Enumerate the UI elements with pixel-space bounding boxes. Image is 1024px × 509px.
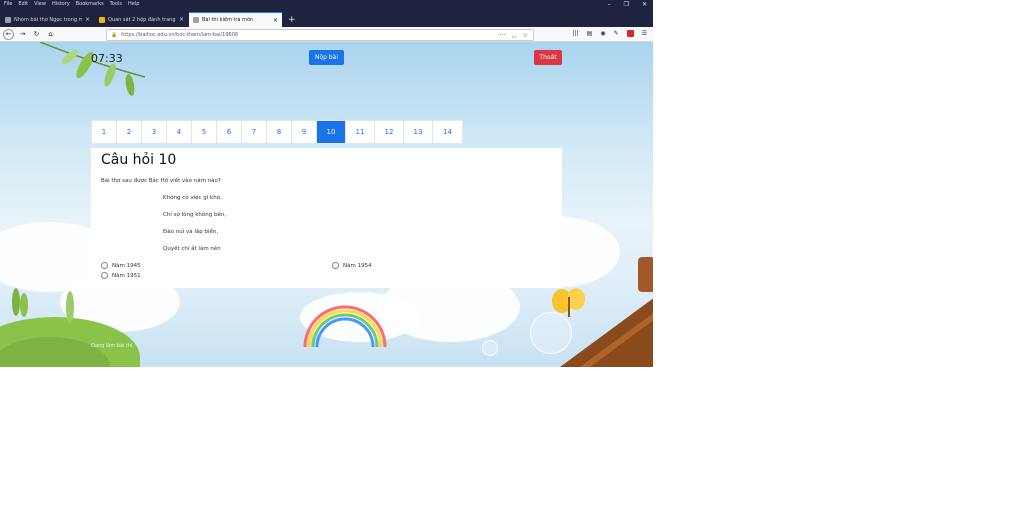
page-actions-icon[interactable]: ··· <box>500 32 506 39</box>
tab-strip: Nhóm bài thơ Ngọc trong mỗi × Quan sát 2… <box>0 9 653 27</box>
answer-label: Năm 1945 <box>112 262 141 269</box>
radio-button[interactable] <box>101 272 108 279</box>
trees-decoration <box>12 288 74 323</box>
tab-close-icon[interactable]: × <box>179 16 184 23</box>
menu-history[interactable]: History <box>49 0 73 9</box>
navigation-bar: ← → ↻ ⌂ 🔒 https://baihoc.edu.vn/hoc-them… <box>0 27 653 42</box>
page-button-2[interactable]: 2 <box>117 121 142 143</box>
tab-close-icon[interactable]: × <box>85 16 90 23</box>
home-icon[interactable]: ⌂ <box>45 29 56 40</box>
close-window-icon[interactable]: ✕ <box>642 0 647 9</box>
page-button-13[interactable]: 13 <box>404 121 433 143</box>
poem-line: Quyết chí ắt làm nên <box>163 246 221 252</box>
countdown-timer: 07:33 <box>91 52 123 65</box>
window-controls: – ❐ ✕ <box>608 0 647 9</box>
menu-hamburger-icon[interactable]: ☰ <box>642 30 647 37</box>
question-pager: 1 2 3 4 5 6 7 8 9 10 11 12 13 14 <box>91 120 463 144</box>
url-actions: ··· ◡ ☆ <box>500 32 528 39</box>
browser-tab[interactable]: Quan sát 2 hộp đánh trang số × <box>95 12 188 27</box>
url-text[interactable]: https://baihoc.edu.vn/hoc-them/lam-bai/1… <box>121 32 499 38</box>
url-bar[interactable]: 🔒 https://baihoc.edu.vn/hoc-them/lam-bai… <box>106 29 534 41</box>
bubble-decoration <box>482 340 498 356</box>
page-button-11[interactable]: 11 <box>346 121 375 143</box>
answer-label: Năm 1951 <box>112 272 141 279</box>
menu-help[interactable]: Help <box>125 0 142 9</box>
toolbar-right: ||| ▤ ◉ ✎ ☰ <box>573 30 647 37</box>
tab-favicon-icon <box>193 17 199 23</box>
extension-icon[interactable]: ✎ <box>614 30 619 37</box>
menu-bar: File Edit View History Bookmarks Tools H… <box>0 0 653 9</box>
footer-status: Đang làm bài thi <box>91 343 133 349</box>
tab-title: Quan sát 2 hộp đánh trang số <box>108 16 176 23</box>
submit-button[interactable]: Nộp bài <box>309 50 344 65</box>
back-arrow-icon[interactable]: ← <box>3 28 14 40</box>
answer-option-2[interactable]: Năm 1954 <box>332 262 372 269</box>
browser-tab-active[interactable]: Bài thi kiểm tra môn × <box>189 12 282 27</box>
ship-decoration <box>560 257 653 367</box>
answer-label: Năm 1954 <box>343 262 372 269</box>
poem-line: Đào núi và lấp biển, <box>163 229 219 235</box>
sidebar-icon[interactable]: ▤ <box>587 30 593 37</box>
tab-favicon-icon <box>5 16 11 23</box>
rainbow-decoration <box>303 305 387 347</box>
reload-icon[interactable]: ↻ <box>31 29 42 40</box>
bubble-decoration <box>470 287 494 311</box>
question-prompt: Bài thơ sau được Bác Hồ viết vào năm nào… <box>101 178 221 184</box>
page-button-9[interactable]: 9 <box>292 121 317 143</box>
page-button-10-active[interactable]: 10 <box>317 121 346 143</box>
menu-view[interactable]: View <box>31 0 49 9</box>
page-button-14[interactable]: 14 <box>433 121 462 143</box>
radio-button[interactable] <box>101 262 108 269</box>
page-button-3[interactable]: 3 <box>142 121 167 143</box>
tab-title: Nhóm bài thơ Ngọc trong mỗi <box>14 16 82 23</box>
minimize-icon[interactable]: – <box>608 0 611 9</box>
answer-option-3[interactable]: Năm 1951 <box>101 272 141 279</box>
poem-line: Chỉ sợ lòng không bền, <box>163 212 227 218</box>
account-icon[interactable]: ◉ <box>600 30 605 37</box>
browser-tab[interactable]: Nhóm bài thơ Ngọc trong mỗi × <box>1 12 94 27</box>
pdf-extension-icon[interactable] <box>626 30 634 37</box>
pocket-icon[interactable]: ◡ <box>511 32 516 39</box>
exit-button[interactable]: Thoát <box>534 50 562 65</box>
tab-favicon-icon <box>99 16 105 23</box>
forward-arrow-icon[interactable]: → <box>17 29 28 40</box>
menu-edit[interactable]: Edit <box>15 0 31 9</box>
library-icon[interactable]: ||| <box>573 30 579 37</box>
bookmark-star-icon[interactable]: ☆ <box>523 32 528 39</box>
answer-option-1[interactable]: Năm 1945 <box>101 262 141 269</box>
menu-tools[interactable]: Tools <box>107 0 125 9</box>
question-card: Câu hỏi 10 Bài thơ sau được Bác Hồ viết … <box>91 148 562 288</box>
page-button-6[interactable]: 6 <box>217 121 242 143</box>
tab-title: Bài thi kiểm tra môn <box>202 17 254 23</box>
menu-bookmarks[interactable]: Bookmarks <box>73 0 107 9</box>
page-button-1[interactable]: 1 <box>92 121 117 143</box>
page-button-7[interactable]: 7 <box>242 121 267 143</box>
page-button-12[interactable]: 12 <box>375 121 404 143</box>
restore-icon[interactable]: ❐ <box>624 0 629 9</box>
tab-close-icon[interactable]: × <box>273 17 278 24</box>
page-button-4[interactable]: 4 <box>167 121 192 143</box>
page-button-8[interactable]: 8 <box>267 121 292 143</box>
browser-window: File Edit View History Bookmarks Tools H… <box>0 0 653 367</box>
new-tab-icon[interactable]: + <box>282 15 302 27</box>
radio-button[interactable] <box>332 262 339 269</box>
lock-icon: 🔒 <box>111 32 118 38</box>
page-button-5[interactable]: 5 <box>192 121 217 143</box>
menu-file[interactable]: File <box>0 0 15 9</box>
quiz-page: 07:33 Nộp bài Thoát 1 2 3 4 5 6 7 8 9 10… <box>0 42 653 367</box>
question-title: Câu hỏi 10 <box>101 152 177 168</box>
poem-line: Không có việc gì khó, <box>163 195 222 201</box>
